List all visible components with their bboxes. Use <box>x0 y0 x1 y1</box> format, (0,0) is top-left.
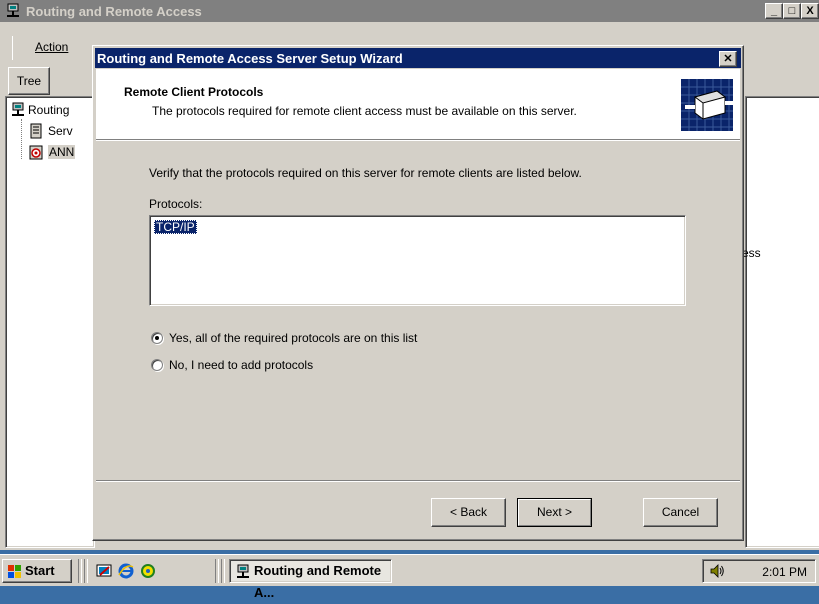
desktop-icon[interactable] <box>96 563 112 579</box>
taskbar-separator <box>78 559 82 583</box>
tab-tree[interactable]: Tree <box>8 67 50 95</box>
wizard-title-text: Routing and Remote Access Server Setup W… <box>97 51 403 66</box>
mmc-close-button[interactable]: X <box>801 3 819 19</box>
details-pane-text: ess <box>742 246 761 260</box>
tree-pane: Routing Serv ANN <box>5 96 95 548</box>
server-status-icon <box>30 123 42 139</box>
wizard-close-button[interactable]: ✕ <box>719 51 737 67</box>
tree-item-routing-label: Routing <box>28 103 70 117</box>
start-label: Start <box>25 563 55 578</box>
ie-icon[interactable] <box>118 563 134 579</box>
wizard-header: Remote Client Protocols The protocols re… <box>96 69 740 140</box>
setup-wizard-dialog: Routing and Remote Access Server Setup W… <box>92 45 744 541</box>
routing-icon <box>7 3 19 17</box>
next-button[interactable]: Next > <box>517 498 592 527</box>
speaker-icon[interactable] <box>709 563 725 579</box>
action-menu[interactable]: Action <box>12 36 77 60</box>
routing-icon <box>237 564 249 578</box>
taskbar-separator <box>84 559 88 583</box>
server-icon <box>29 145 43 160</box>
taskbar-item-routing[interactable]: Routing and Remote A... <box>229 559 392 600</box>
next-button-label: Next > <box>536 505 572 519</box>
network-graphic-icon <box>681 79 733 131</box>
tree-connector <box>21 119 22 159</box>
taskbar: Start Routing and Remote A... 2:01 PM <box>0 554 819 600</box>
maximize-button[interactable]: □ <box>783 3 801 19</box>
mmc-title-bar[interactable]: Routing and Remote Access _ □ X <box>0 0 819 22</box>
instruction-text: Verify that the protocols required on th… <box>149 166 582 180</box>
taskbar-item-label: Routing and Remote A... <box>254 563 382 600</box>
protocols-label: Protocols: <box>149 197 203 211</box>
taskbar-separator <box>221 559 225 583</box>
radio-button-selected[interactable] <box>151 332 163 344</box>
button-separator <box>96 480 740 482</box>
clock[interactable]: 2:01 PM <box>762 565 807 579</box>
wizard-subheading: The protocols required for remote client… <box>152 104 577 118</box>
outlook-icon[interactable] <box>140 563 156 579</box>
radio-button-unselected[interactable] <box>151 359 163 371</box>
tree-item-server-status-label: Serv <box>48 124 73 138</box>
system-tray: 2:01 PM <box>702 559 816 583</box>
radio-yes-label: Yes, all of the required protocols are o… <box>169 331 418 345</box>
wizard-heading: Remote Client Protocols <box>124 85 264 99</box>
windows-logo-icon <box>8 565 21 578</box>
list-item[interactable]: TCP/IP <box>154 220 197 234</box>
tree-item-server-label: ANN <box>48 145 76 159</box>
mmc-title-text: Routing and Remote Access <box>26 4 202 19</box>
cancel-button[interactable]: Cancel <box>643 498 718 527</box>
minimize-button[interactable]: _ <box>765 3 783 19</box>
header-divider <box>96 140 740 141</box>
details-pane <box>745 96 819 548</box>
routing-icon <box>12 102 24 116</box>
back-button[interactable]: < Back <box>431 498 506 527</box>
radio-no-label: No, I need to add protocols <box>169 358 314 372</box>
protocols-list[interactable]: TCP/IP <box>149 215 686 306</box>
taskbar-separator <box>215 559 219 583</box>
start-button[interactable]: Start <box>2 559 72 583</box>
action-menu-label: Action <box>35 40 69 54</box>
wizard-title-bar[interactable]: Routing and Remote Access Server Setup W… <box>95 48 741 68</box>
